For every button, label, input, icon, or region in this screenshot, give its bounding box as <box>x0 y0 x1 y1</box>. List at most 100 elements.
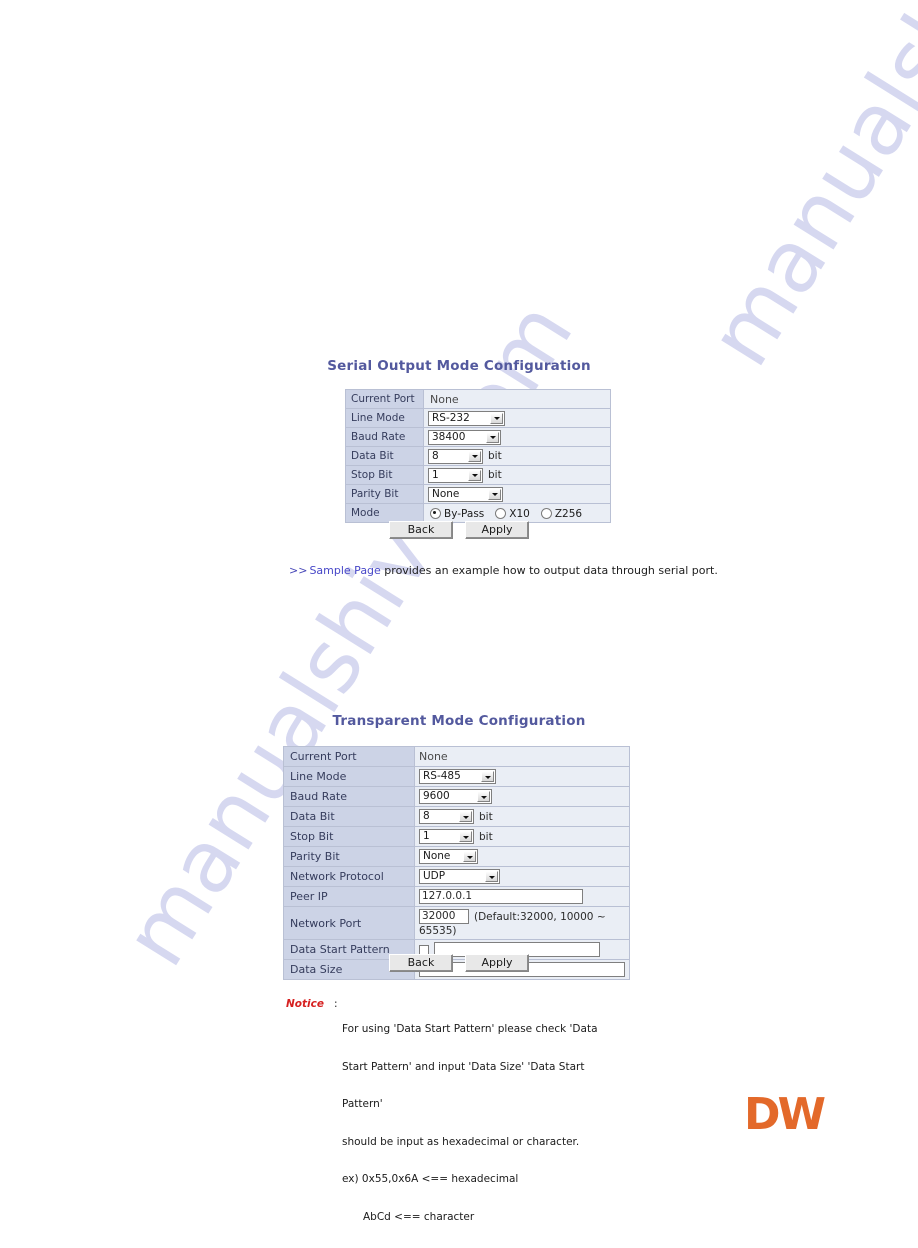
table-row: Network Protocol UDP <box>283 866 630 887</box>
table-row: Line Mode RS-485 <box>283 766 630 787</box>
parity-bit-select-value: None <box>423 850 451 862</box>
notice-line-5: ex) 0x55,0x6A <== hexadecimal <box>342 1173 519 1185</box>
row-label-parity-bit: Parity Bit <box>345 484 424 504</box>
table-row: Current Port None <box>345 389 611 409</box>
row-label-parity-bit: Parity Bit <box>283 846 415 867</box>
chevron-down-icon[interactable] <box>477 791 490 802</box>
notice-line-4: should be input as hexadecimal or charac… <box>342 1135 580 1148</box>
chevron-down-icon[interactable] <box>463 851 476 862</box>
table-row: Parity Bit None <box>345 484 611 504</box>
notice-line-6: AbCd <== character <box>342 1211 626 1224</box>
data-bit-cell: 8 bit <box>414 806 630 827</box>
notice-line-1: For using 'Data Start Pattern' please ch… <box>342 1023 598 1035</box>
apply-button[interactable]: Apply <box>465 954 529 972</box>
row-label-network-port: Network Port <box>283 906 415 940</box>
baud-rate-cell: 9600 <box>414 786 630 807</box>
baud-rate-cell: 38400 <box>423 427 611 447</box>
data-bit-select-value: 8 <box>432 449 439 462</box>
notice-body: For using 'Data Start Pattern' please ch… <box>342 998 626 1248</box>
stop-bit-select[interactable]: 1 <box>428 467 483 483</box>
row-label-peer-ip: Peer IP <box>283 886 415 907</box>
row-label-stop-bit: Stop Bit <box>283 826 415 847</box>
chevron-down-icon[interactable] <box>459 811 472 822</box>
notice-line-6-text: AbCd <== character <box>363 1210 475 1223</box>
apply-button[interactable]: Apply <box>465 521 529 539</box>
baud-rate-select-value: 9600 <box>423 790 450 802</box>
table-row: Parity Bit None <box>283 846 630 867</box>
stop-bit-select-value: 1 <box>432 468 439 481</box>
notice-colon: : <box>334 998 338 1010</box>
parity-bit-select[interactable]: None <box>419 849 478 864</box>
current-port-value: None <box>414 746 630 767</box>
stop-bit-select-value: 1 <box>423 830 430 842</box>
sample-page-note: >> Sample Page provides an example how to… <box>289 564 718 577</box>
network-port-cell: 32000 (Default:32000, 10000 ~ 65535) <box>414 906 630 940</box>
serial-section-title: Serial Output Mode Configuration <box>327 358 591 374</box>
data-bit-cell: 8 bit <box>423 446 611 466</box>
data-bit-unit: bit <box>479 810 493 823</box>
table-row: Stop Bit 1 bit <box>345 465 611 485</box>
stop-bit-cell: 1 bit <box>414 826 630 847</box>
chevron-right-icon: >> <box>289 564 308 577</box>
row-label-data-bit: Data Bit <box>345 446 424 466</box>
chevron-down-icon[interactable] <box>481 771 494 782</box>
back-button[interactable]: Back <box>389 954 453 972</box>
network-protocol-cell: UDP <box>414 866 630 887</box>
transparent-section-title: Transparent Mode Configuration <box>332 713 586 729</box>
data-bit-select[interactable]: 8 <box>428 448 483 464</box>
chevron-down-icon[interactable] <box>490 412 503 424</box>
sample-page-link[interactable]: Sample Page <box>309 564 380 577</box>
network-protocol-select[interactable]: UDP <box>419 869 500 884</box>
network-protocol-select-value: UDP <box>423 870 446 882</box>
line-mode-select-value: RS-232 <box>432 411 470 424</box>
chevron-down-icon[interactable] <box>486 431 499 443</box>
baud-rate-select[interactable]: 9600 <box>419 789 492 804</box>
data-bit-select[interactable]: 8 <box>419 809 474 824</box>
back-button[interactable]: Back <box>389 521 453 539</box>
notice-label: Notice <box>286 998 324 1010</box>
notice-line-3: Pattern' <box>342 1098 383 1110</box>
parity-bit-cell: None <box>423 484 611 504</box>
data-bit-unit: bit <box>488 450 502 462</box>
peer-ip-input[interactable]: 127.0.0.1 <box>419 889 583 904</box>
table-row: Current Port None <box>283 746 630 767</box>
table-row: Stop Bit 1 bit <box>283 826 630 847</box>
parity-bit-cell: None <box>414 846 630 867</box>
table-row: Peer IP 127.0.0.1 <box>283 886 630 907</box>
baud-rate-select-value: 38400 <box>432 430 466 443</box>
chevron-down-icon[interactable] <box>488 488 501 500</box>
table-row: Line Mode RS-232 <box>345 408 611 428</box>
table-row: Baud Rate 38400 <box>345 427 611 447</box>
parity-bit-select-value: None <box>432 487 460 500</box>
data-bit-select-value: 8 <box>423 810 430 822</box>
table-row: Data Bit 8 bit <box>345 446 611 466</box>
row-label-line-mode: Line Mode <box>283 766 415 787</box>
transparent-button-row: Back Apply <box>0 951 918 972</box>
serial-button-row: Back Apply <box>0 518 918 539</box>
row-label-current-port: Current Port <box>345 389 424 409</box>
transparent-config-table: Current Port None Line Mode RS-485 Baud … <box>283 746 630 980</box>
row-label-baud-rate: Baud Rate <box>345 427 424 447</box>
parity-bit-select[interactable]: None <box>428 486 503 502</box>
line-mode-select-value: RS-485 <box>423 770 461 782</box>
chevron-down-icon[interactable] <box>468 469 481 481</box>
baud-rate-select[interactable]: 38400 <box>428 429 501 445</box>
serial-config-table: Current Port None Line Mode RS-232 Baud … <box>345 389 611 523</box>
notice-block: Notice : For using 'Data Start Pattern' … <box>286 998 626 1248</box>
chevron-down-icon[interactable] <box>485 871 498 882</box>
chevron-down-icon[interactable] <box>459 831 472 842</box>
stop-bit-cell: 1 bit <box>423 465 611 485</box>
row-label-stop-bit: Stop Bit <box>345 465 424 485</box>
row-label-line-mode: Line Mode <box>345 408 424 428</box>
network-port-input[interactable]: 32000 <box>419 909 469 924</box>
table-row: Data Bit 8 bit <box>283 806 630 827</box>
table-row: Baud Rate 9600 <box>283 786 630 807</box>
line-mode-select[interactable]: RS-232 <box>428 410 505 426</box>
notice-line-2: Start Pattern' and input 'Data Size' 'Da… <box>342 1060 585 1073</box>
line-mode-select[interactable]: RS-485 <box>419 769 496 784</box>
current-port-value: None <box>423 389 611 409</box>
line-mode-cell: RS-485 <box>414 766 630 787</box>
stop-bit-select[interactable]: 1 <box>419 829 474 844</box>
stop-bit-unit: bit <box>479 830 493 843</box>
chevron-down-icon[interactable] <box>468 450 481 462</box>
